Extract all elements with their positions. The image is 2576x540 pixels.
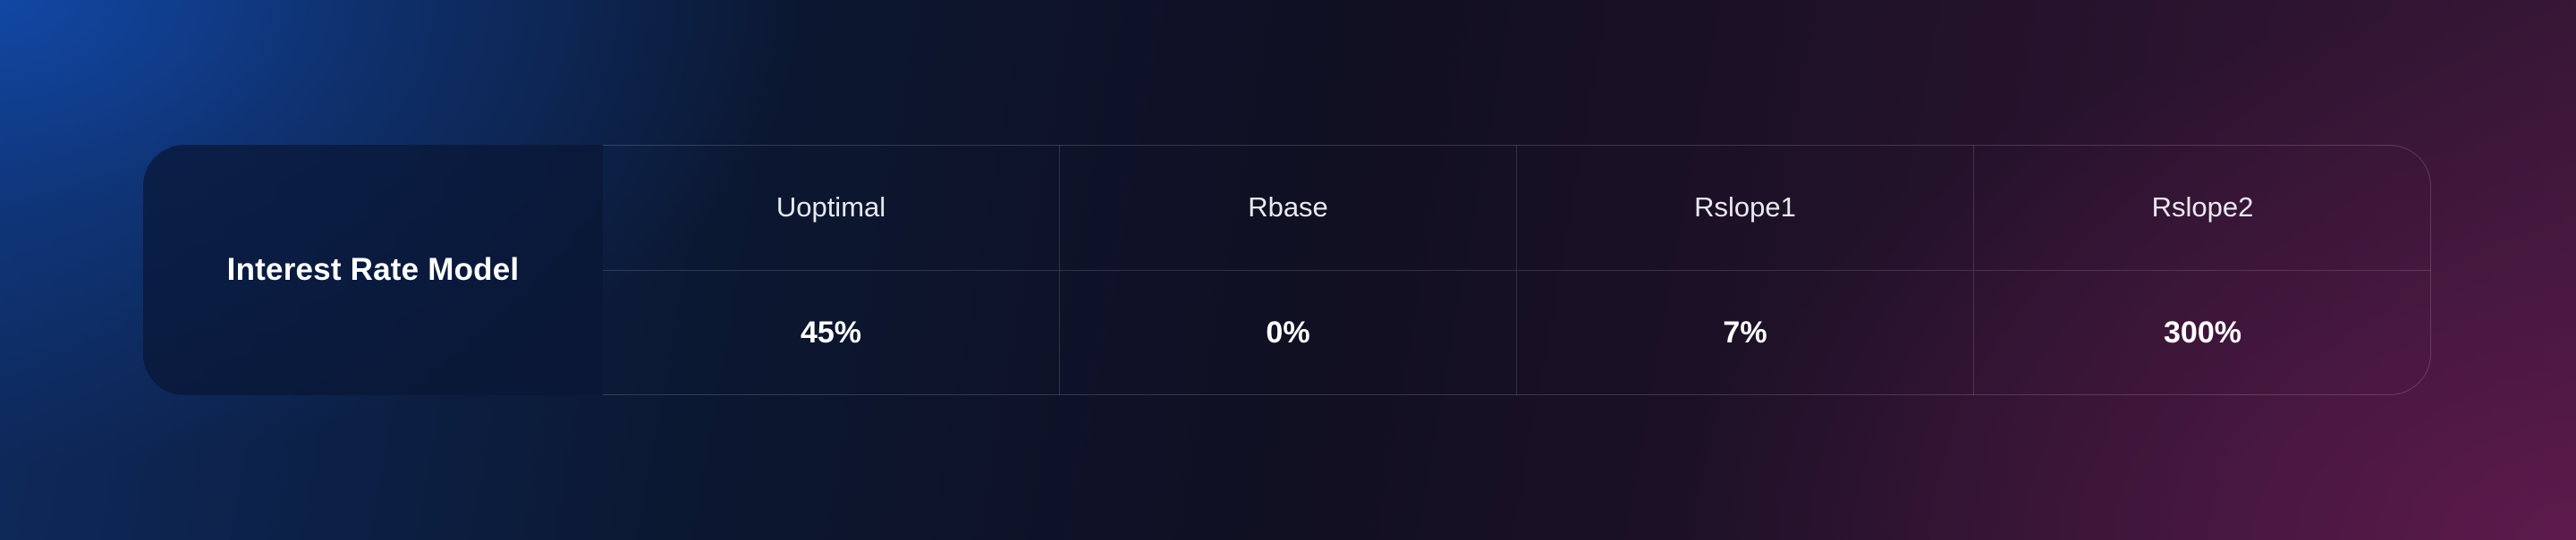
column-header-label: Rslope1 bbox=[1694, 191, 1796, 223]
value-label: 300% bbox=[2164, 316, 2241, 350]
row-header-cell: Interest Rate Model bbox=[143, 145, 603, 395]
value-cell-uoptimal: 45% bbox=[603, 271, 1060, 395]
value-label: 7% bbox=[1723, 316, 1767, 350]
value-label: 45% bbox=[800, 316, 862, 350]
column-header-rslope2: Rslope2 bbox=[1974, 145, 2431, 271]
value-label: 0% bbox=[1266, 316, 1310, 350]
table-grid: Uoptimal Rbase Rslope1 Rslope2 45% 0% 7%… bbox=[603, 145, 2431, 395]
value-cell-rslope1: 7% bbox=[1517, 271, 1974, 395]
column-header-uoptimal: Uoptimal bbox=[603, 145, 1060, 271]
value-cell-rslope2: 300% bbox=[1974, 271, 2431, 395]
interest-rate-model-table: Interest Rate Model Uoptimal Rbase Rslop… bbox=[143, 145, 2431, 395]
column-header-label: Uoptimal bbox=[775, 191, 886, 223]
column-header-label: Rslope2 bbox=[2151, 191, 2254, 223]
column-header-label: Rbase bbox=[1248, 191, 1328, 223]
value-cell-rbase: 0% bbox=[1060, 271, 1517, 395]
row-header-label: Interest Rate Model bbox=[226, 252, 520, 287]
column-header-rbase: Rbase bbox=[1060, 145, 1517, 271]
column-header-rslope1: Rslope1 bbox=[1517, 145, 1974, 271]
